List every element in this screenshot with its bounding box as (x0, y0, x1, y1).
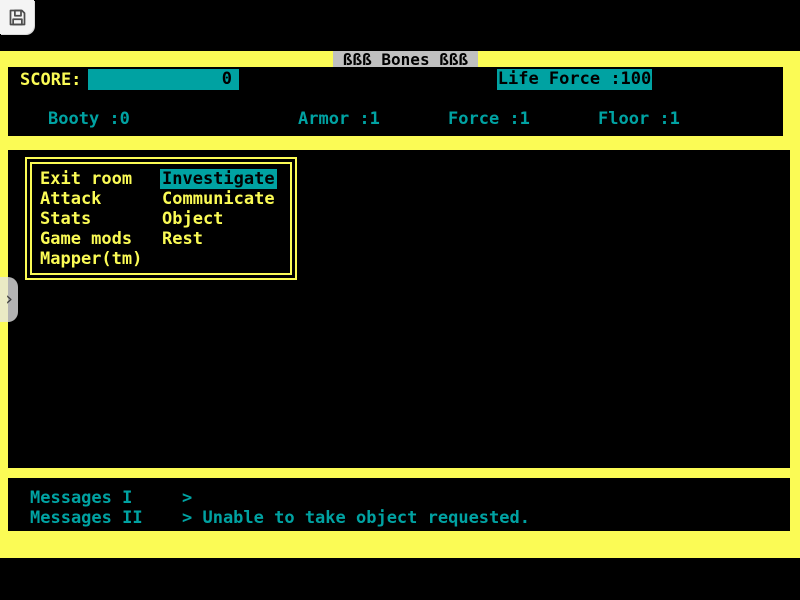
game-view-panel: Exit room Attack Stats Game mods Mapper(… (8, 150, 790, 468)
menu-item-stats[interactable]: Stats (40, 209, 91, 229)
menu-item-communicate[interactable]: Communicate (162, 189, 275, 209)
menu-item-game-mods[interactable]: Game mods (40, 229, 132, 249)
save-state-button[interactable] (0, 0, 34, 34)
message-text: > (182, 488, 192, 508)
menu-item-rest[interactable]: Rest (162, 229, 203, 249)
sidebar-toggle-button[interactable]: › (0, 277, 18, 322)
message-row: Messages I > (8, 488, 790, 508)
menu-item-exit-room[interactable]: Exit room (40, 169, 132, 189)
floppy-disk-icon (7, 7, 28, 28)
action-menu-column-right: Investigate Communicate Object Rest (162, 169, 277, 249)
chevron-right-icon: › (3, 290, 14, 309)
menu-item-investigate[interactable]: Investigate (160, 169, 277, 189)
stat-floor: Floor :1 (598, 109, 680, 130)
message-row: Messages II > Unable to take object requ… (8, 508, 790, 528)
menu-item-object[interactable]: Object (162, 209, 223, 229)
action-menu-border: Exit room Attack Stats Game mods Mapper(… (30, 162, 292, 275)
score-value: 0 (222, 69, 232, 89)
menu-item-mapper[interactable]: Mapper(tm) (40, 249, 142, 269)
message-text: > Unable to take object requested. (182, 508, 530, 528)
messages-panel: Messages I > Messages II > Unable to tak… (8, 478, 790, 531)
stat-armor: Armor :1 (298, 109, 380, 130)
action-menu-column-left: Exit room Attack Stats Game mods Mapper(… (40, 169, 142, 269)
score-bar: 0 (88, 69, 239, 90)
message-channel-label: Messages II (30, 508, 143, 528)
action-menu: Exit room Attack Stats Game mods Mapper(… (25, 157, 297, 280)
game-title: ßßß Bones ßßß (333, 51, 478, 68)
message-channel-label: Messages I (30, 488, 132, 508)
game-screen: ßßß Bones ßßß SCORE: 0 Life Force :100 B… (0, 51, 800, 558)
menu-item-attack[interactable]: Attack (40, 189, 101, 209)
stat-booty: Booty :0 (48, 109, 130, 130)
stat-force: Force :1 (448, 109, 530, 130)
stats-panel: SCORE: 0 Life Force :100 Booty :0 Armor … (8, 67, 783, 136)
life-force-badge: Life Force :100 (497, 69, 652, 90)
score-label: SCORE: (20, 70, 81, 91)
